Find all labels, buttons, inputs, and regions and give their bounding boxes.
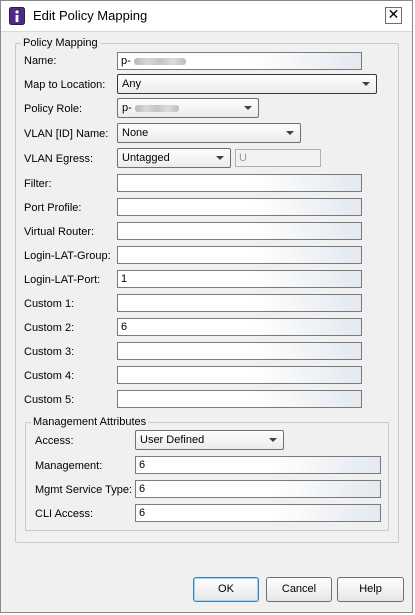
- filter-label: Filter:: [24, 178, 52, 190]
- vlan-id-name-value: None: [122, 127, 149, 139]
- port-profile-field[interactable]: [117, 198, 362, 216]
- custom3-label: Custom 3:: [24, 346, 75, 358]
- custom4-field[interactable]: [117, 366, 362, 384]
- app-icon: [9, 7, 25, 25]
- vlan-id-name-label: VLAN [ID] Name:: [24, 128, 109, 140]
- virtual-router-field[interactable]: [117, 222, 362, 240]
- custom4-label: Custom 4:: [24, 370, 75, 382]
- login-lat-port-label: Login-LAT-Port:: [24, 274, 101, 286]
- management-value: 6: [139, 459, 146, 471]
- custom2-label: Custom 2:: [24, 322, 75, 334]
- close-button[interactable]: ✕: [385, 7, 402, 24]
- mgmt-service-type-field[interactable]: 6: [135, 480, 381, 498]
- virtual-router-label: Virtual Router:: [24, 226, 95, 238]
- map-to-location-label: Map to Location:: [24, 79, 106, 91]
- login-lat-port-value: 1: [121, 273, 128, 285]
- chevron-down-icon: [286, 131, 294, 135]
- vlan-egress-code-value: U: [239, 152, 247, 164]
- vlan-egress-label: VLAN Egress:: [24, 153, 94, 165]
- custom1-field[interactable]: [117, 294, 362, 312]
- chevron-down-icon: [269, 438, 277, 442]
- policy-role-value: p-: [122, 102, 132, 114]
- window-title: Edit Policy Mapping: [33, 8, 148, 23]
- close-icon: ✕: [387, 7, 400, 23]
- custom2-value: 6: [121, 321, 128, 333]
- custom5-label: Custom 5:: [24, 394, 75, 406]
- cli-access-label: CLI Access:: [35, 508, 94, 520]
- policy-mapping-legend: Policy Mapping: [23, 37, 98, 49]
- vlan-id-name-select[interactable]: None: [117, 123, 301, 143]
- access-value: User Defined: [140, 434, 205, 446]
- management-attributes-legend: Management Attributes: [33, 416, 147, 428]
- cancel-button[interactable]: Cancel: [266, 577, 332, 602]
- management-field[interactable]: 6: [135, 456, 381, 474]
- management-label: Management:: [35, 460, 103, 472]
- port-profile-label: Port Profile:: [24, 202, 82, 214]
- policy-role-label: Policy Role:: [24, 103, 83, 115]
- policy-role-select[interactable]: p-: [117, 98, 259, 118]
- mgmt-service-type-value: 6: [139, 483, 146, 495]
- login-lat-group-label: Login-LAT-Group:: [24, 250, 111, 262]
- cli-access-value: 6: [139, 507, 146, 519]
- chevron-down-icon: [362, 82, 370, 86]
- chevron-down-icon: [244, 106, 252, 110]
- cli-access-field[interactable]: 6: [135, 504, 381, 522]
- custom5-field[interactable]: [117, 390, 362, 408]
- vlan-egress-code-field: U: [235, 149, 321, 167]
- name-field[interactable]: p-: [117, 52, 362, 70]
- login-lat-port-field[interactable]: 1: [117, 270, 362, 288]
- title-bar[interactable]: Edit Policy Mapping ✕: [1, 1, 412, 32]
- map-to-location-select[interactable]: Any: [117, 74, 377, 94]
- blurred-text: [134, 104, 179, 112]
- edit-policy-mapping-dialog: Edit Policy Mapping ✕ Policy Mapping Nam…: [0, 0, 413, 613]
- access-select[interactable]: User Defined: [135, 430, 284, 450]
- mgmt-service-type-label: Mgmt Service Type:: [35, 484, 132, 496]
- filter-field[interactable]: [117, 174, 362, 192]
- custom3-field[interactable]: [117, 342, 362, 360]
- login-lat-group-field[interactable]: [117, 246, 362, 264]
- chevron-down-icon: [216, 156, 224, 160]
- vlan-egress-select[interactable]: Untagged: [117, 148, 231, 168]
- access-label: Access:: [35, 435, 74, 447]
- custom2-field[interactable]: 6: [117, 318, 362, 336]
- map-to-location-value: Any: [122, 78, 141, 90]
- name-value: p-: [121, 55, 131, 67]
- ok-button[interactable]: OK: [193, 577, 259, 602]
- custom1-label: Custom 1:: [24, 298, 75, 310]
- vlan-egress-value: Untagged: [122, 152, 170, 164]
- help-button[interactable]: Help: [337, 577, 404, 602]
- blurred-text: [133, 57, 186, 65]
- name-label: Name:: [24, 55, 57, 67]
